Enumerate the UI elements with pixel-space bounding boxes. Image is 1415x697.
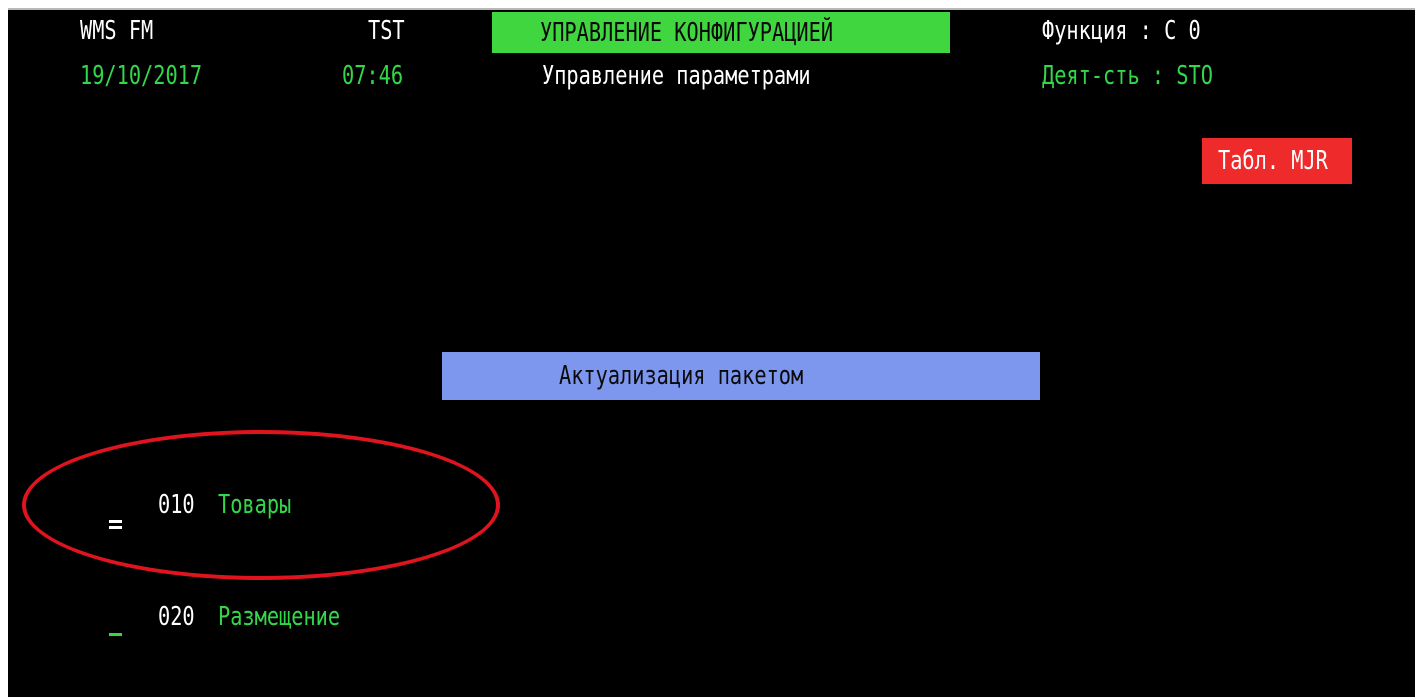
menu-item-label: Размещение	[218, 602, 341, 632]
system-name: WMS FM	[80, 16, 154, 46]
screen-title: УПРАВЛЕНИЕ КОНФИГУРАЦИЕЙ	[540, 18, 834, 48]
table-badge-label: Табл. MJR	[1218, 146, 1328, 176]
environment: TST	[368, 16, 405, 46]
date: 19/10/2017	[80, 61, 203, 91]
terminal-window: WMS FM TST УПРАВЛЕНИЕ КОНФИГУРАЦИЕЙ Функ…	[8, 8, 1415, 697]
selection-field-cursor[interactable]	[109, 633, 122, 636]
time: 07:46	[342, 61, 404, 91]
screen-title-bar: УПРАВЛЕНИЕ КОНФИГУРАЦИЕЙ	[492, 12, 950, 53]
selection-field-cursor[interactable]	[109, 520, 122, 523]
activity-label: Деят-сть : STO	[1042, 61, 1213, 91]
function-label: Функция : C 0	[1042, 16, 1201, 46]
screen-subtitle: Управление параметрами	[542, 61, 811, 91]
screenshot: WMS FM TST УПРАВЛЕНИЕ КОНФИГУРАЦИЕЙ Функ…	[0, 0, 1415, 697]
menu-item-code: 020	[158, 602, 195, 632]
section-title-bar: Актуализация пакетом	[442, 352, 1040, 400]
menu-item-code: 010	[158, 490, 195, 520]
selection-field-cursor-line	[109, 526, 122, 529]
menu-item-label: Товары	[218, 490, 292, 520]
table-badge: Табл. MJR	[1202, 138, 1352, 184]
section-title: Актуализация пакетом	[559, 361, 804, 391]
